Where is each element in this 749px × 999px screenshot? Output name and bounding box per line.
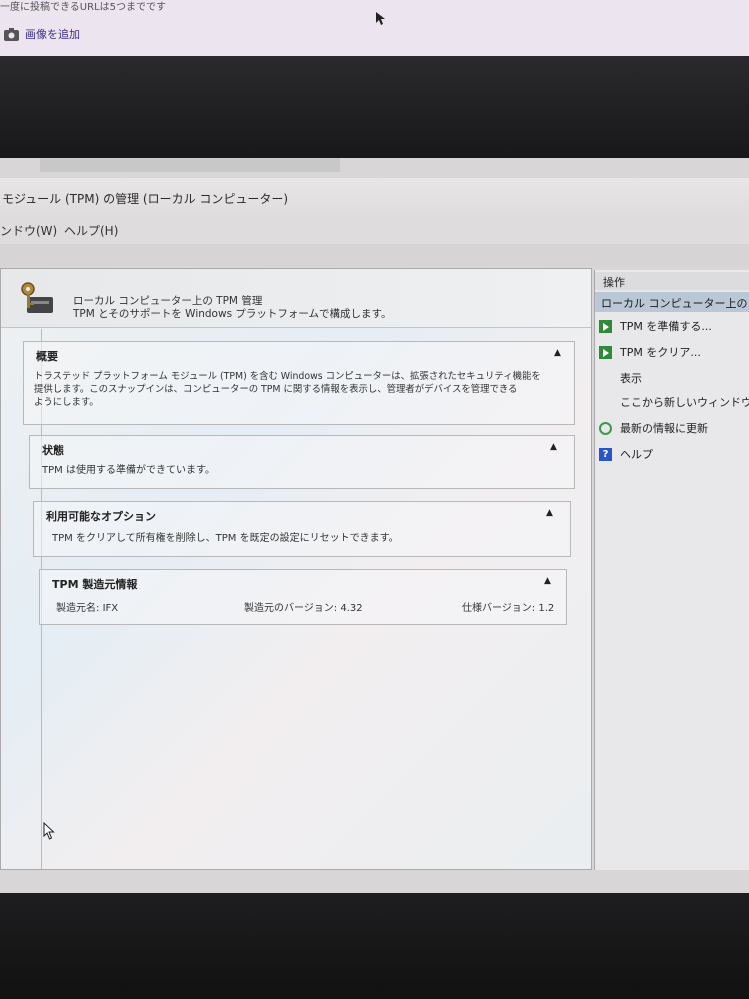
overview-panel: 概要 ▲ トラステッド プラットフォーム モジュール (TPM) を含む Win… bbox=[23, 341, 575, 425]
action-arrow-icon bbox=[599, 319, 612, 333]
status-collapse-icon[interactable]: ▲ bbox=[550, 442, 557, 452]
new-window-action[interactable]: ここから新しいウィンドウ bbox=[599, 392, 749, 412]
overview-line-3: ようにします。 bbox=[34, 397, 99, 408]
snapin-header: ローカル コンピューター上の TPM 管理 TPM とそのサポートを Windo… bbox=[1, 269, 591, 328]
actions-subheader[interactable]: ローカル コンピューター上の TPM 管理 bbox=[595, 292, 749, 312]
menu-bar: ンドウ(W) ヘルプ(H) bbox=[0, 218, 749, 244]
manufacturer-collapse-icon[interactable]: ▲ bbox=[544, 576, 551, 586]
spec-version: 仕様バージョン: 1.2 bbox=[462, 602, 554, 615]
overview-title: 概要 bbox=[36, 350, 58, 363]
laptop-bezel-bottom bbox=[0, 893, 749, 999]
mouse-cursor-icon bbox=[376, 11, 386, 30]
help-icon: ? bbox=[599, 447, 612, 461]
camera-icon bbox=[4, 27, 19, 41]
spec-version-value: 1.2 bbox=[538, 603, 555, 614]
view-label: 表示 bbox=[620, 372, 642, 385]
actions-pane: 操作 ローカル コンピューター上の TPM 管理 TPM を準備する... TP… bbox=[594, 270, 749, 870]
action-arrow-icon bbox=[599, 345, 612, 359]
tpm-key-icon bbox=[19, 281, 59, 321]
actions-header-label: 操作 bbox=[603, 276, 625, 289]
clear-tpm-action[interactable]: TPM をクリア... bbox=[599, 342, 701, 362]
refresh-icon bbox=[599, 421, 612, 435]
actions-subheader-label: ローカル コンピューター上の TPM 管理 bbox=[601, 297, 749, 310]
title-bar: モジュール (TPM) の管理 (ローカル コンピューター) bbox=[0, 178, 749, 218]
window-title: モジュール (TPM) の管理 (ローカル コンピューター) bbox=[2, 192, 289, 206]
menu-help[interactable]: ヘルプ(H) bbox=[64, 222, 118, 239]
status-panel: 状態 ▲ TPM は使用する準備ができています。 bbox=[29, 435, 575, 489]
view-action[interactable]: 表示 bbox=[599, 368, 642, 388]
menu-window[interactable]: ンドウ(W) bbox=[0, 222, 57, 239]
overview-text: トラステッド プラットフォーム モジュール (TPM) を含む Windows … bbox=[34, 370, 570, 409]
mouse-cursor-icon bbox=[43, 821, 55, 844]
options-title: 利用可能なオプション bbox=[46, 510, 156, 523]
prepare-tpm-action[interactable]: TPM を準備する... bbox=[599, 316, 712, 336]
status-title: 状態 bbox=[42, 444, 64, 457]
manufacturer-panel: TPM 製造元情報 ▲ 製造元名: IFX 製造元のバージョン: 4.32 仕様… bbox=[39, 569, 567, 625]
actions-header: 操作 bbox=[595, 272, 749, 290]
overview-line-2: 提供します。このスナップインは、コンピューターの TPM に関する情報を表示し、… bbox=[34, 384, 518, 395]
laptop-bezel-top bbox=[0, 56, 749, 158]
manufacturer-version-label: 製造元のバージョン: bbox=[244, 603, 338, 614]
prepare-tpm-label: TPM を準備する... bbox=[620, 320, 712, 333]
options-collapse-icon[interactable]: ▲ bbox=[546, 508, 553, 518]
add-image-label: 画像を追加 bbox=[25, 28, 80, 41]
new-window-label: ここから新しいウィンドウ bbox=[620, 396, 749, 409]
options-text: TPM をクリアして所有権を削除し、TPM を既定の設定にリセットできます。 bbox=[52, 533, 399, 544]
content-pane: ローカル コンピューター上の TPM 管理 TPM とそのサポートを Windo… bbox=[0, 268, 592, 870]
options-panel: 利用可能なオプション ▲ TPM をクリアして所有権を削除し、TPM を既定の設… bbox=[33, 501, 571, 557]
clear-tpm-label: TPM をクリア... bbox=[620, 346, 701, 359]
manufacturer-title: TPM 製造元情報 bbox=[52, 578, 138, 591]
overview-line-1: トラステッド プラットフォーム モジュール (TPM) を含む Windows … bbox=[34, 371, 541, 382]
add-image-button[interactable]: 画像を追加 bbox=[4, 26, 80, 42]
tpm-management-window: モジュール (TPM) の管理 (ローカル コンピューター) ンドウ(W) ヘル… bbox=[0, 158, 749, 893]
manufacturer-name: 製造元名: IFX bbox=[56, 602, 118, 615]
header-description: TPM とそのサポートを Windows プラットフォームで構成します。 bbox=[73, 308, 392, 320]
post-limit-note: 一度に投稿できるURLは5つまでです bbox=[0, 2, 167, 13]
help-action[interactable]: ? ヘルプ bbox=[599, 444, 653, 464]
manufacturer-name-value: IFX bbox=[102, 603, 119, 614]
refresh-label: 最新の情報に更新 bbox=[620, 422, 708, 435]
browser-page-strip: 一度に投稿できるURLは5つまでです 画像を追加 bbox=[0, 0, 749, 56]
manufacturer-version-value: 4.32 bbox=[340, 603, 363, 614]
spec-version-label: 仕様バージョン: bbox=[462, 603, 536, 614]
overview-collapse-icon[interactable]: ▲ bbox=[554, 348, 561, 358]
manufacturer-version: 製造元のバージョン: 4.32 bbox=[244, 602, 363, 615]
refresh-action[interactable]: 最新の情報に更新 bbox=[599, 418, 708, 438]
manufacturer-name-label: 製造元名: bbox=[56, 603, 100, 614]
help-label: ヘルプ bbox=[620, 448, 653, 461]
window-tab bbox=[40, 158, 340, 172]
status-text: TPM は使用する準備ができています。 bbox=[42, 465, 215, 476]
toolbar bbox=[0, 244, 749, 266]
